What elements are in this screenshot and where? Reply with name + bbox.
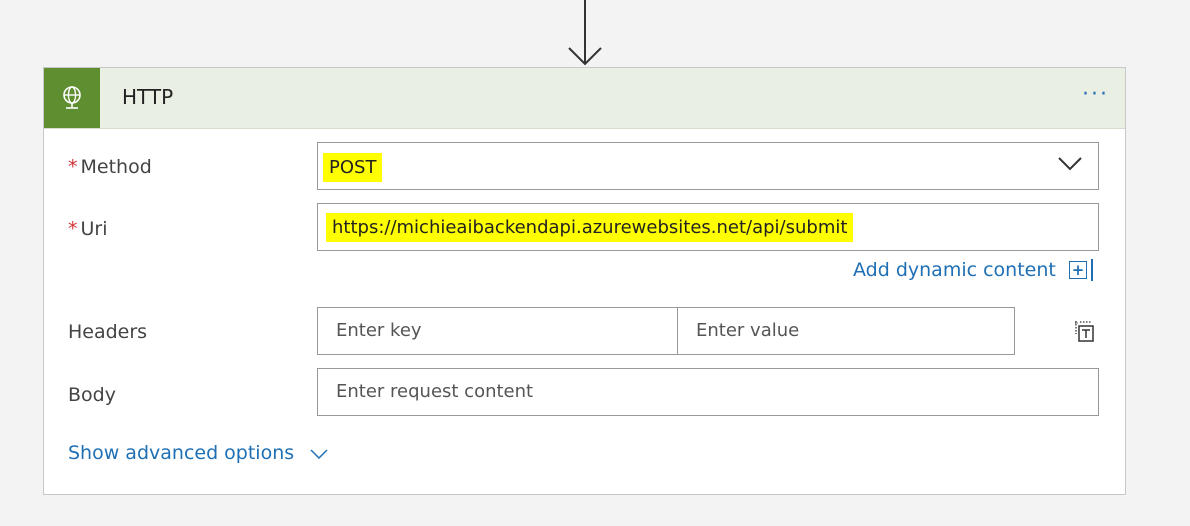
required-mark: * <box>68 218 78 240</box>
add-dynamic-content-icon[interactable]: + <box>1069 261 1087 279</box>
uri-label: * Uri <box>68 218 108 240</box>
add-dynamic-content-link[interactable]: Add dynamic content <box>853 259 1056 281</box>
headers-label: Headers <box>68 321 148 343</box>
method-label: * Method <box>68 156 152 178</box>
method-select[interactable]: POST <box>317 142 1099 190</box>
body-label: Body <box>68 384 116 406</box>
required-mark: * <box>68 156 78 178</box>
show-advanced-options-link[interactable]: Show advanced options <box>68 442 294 464</box>
chevron-down-icon[interactable] <box>1058 157 1082 171</box>
card-header[interactable]: HTTP ··· <box>44 68 1125 129</box>
header-value-input[interactable]: Enter value <box>677 307 1015 355</box>
add-dynamic-content-bar <box>1091 259 1093 281</box>
card-title: HTTP <box>122 85 174 109</box>
more-icon[interactable]: ··· <box>1082 82 1109 107</box>
header-key-placeholder: Enter key <box>336 320 422 341</box>
down-arrow-icon <box>568 0 602 66</box>
method-label-text: Method <box>80 156 152 178</box>
globe-icon <box>44 68 100 128</box>
uri-value: https://michieaibackendapi.azurewebsites… <box>326 213 854 242</box>
header-key-input[interactable]: Enter key <box>317 307 678 355</box>
chevron-down-icon[interactable] <box>310 449 328 459</box>
header-value-placeholder: Enter value <box>696 320 800 341</box>
http-action-card: HTTP ··· * Method POST * Uri https://michi… <box>43 67 1126 495</box>
uri-input[interactable]: https://michieaibackendapi.azurewebsites… <box>317 203 1099 251</box>
method-value: POST <box>323 153 383 182</box>
body-input[interactable]: Enter request content <box>317 368 1099 416</box>
text-mode-icon[interactable] <box>1074 320 1096 344</box>
uri-label-text: Uri <box>80 218 108 240</box>
body-placeholder: Enter request content <box>336 381 534 402</box>
